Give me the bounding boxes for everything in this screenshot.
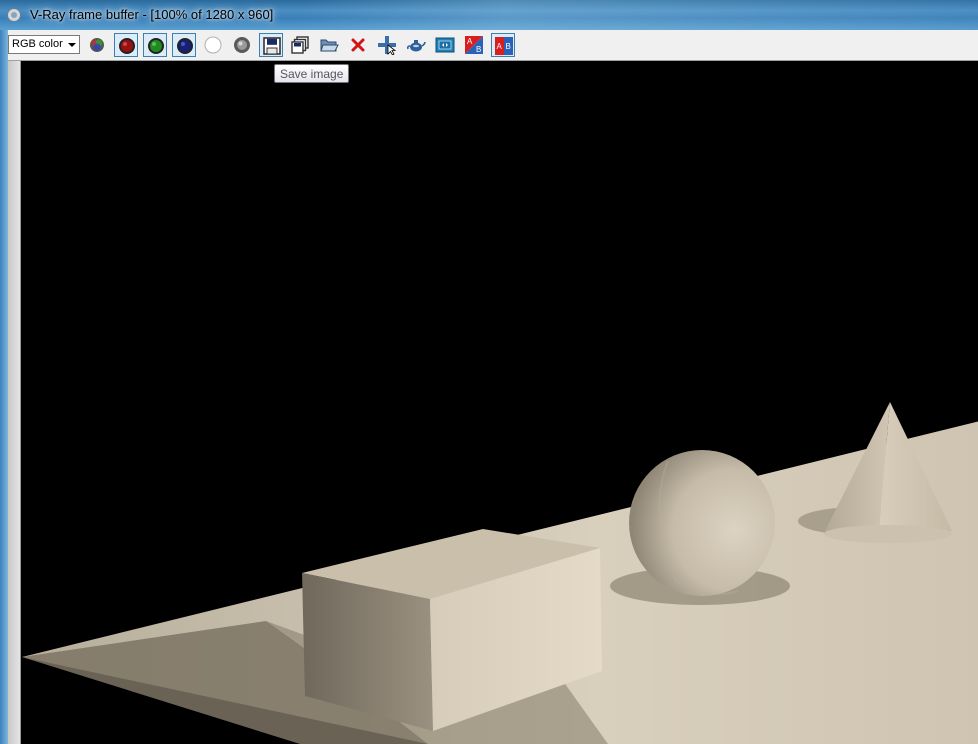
clear-image-icon [351, 38, 365, 52]
ab-compare-vertical-button[interactable]: A B [491, 33, 515, 57]
load-image-icon [320, 39, 339, 52]
alpha-channel-button[interactable] [201, 33, 225, 57]
toolbar: RGB color A B A B [8, 30, 978, 61]
render-last-button[interactable] [404, 33, 428, 57]
green-channel-icon [148, 38, 164, 54]
blue-channel-icon [177, 38, 193, 54]
rgb-channels-icon [90, 38, 104, 52]
window-title: V-Ray frame buffer - [100% of 1280 x 960… [30, 7, 274, 22]
title-bar: V-Ray frame buffer - [100% of 1280 x 960… [0, 0, 978, 30]
dropdown-arrow-icon [68, 43, 76, 47]
save-image-button[interactable] [259, 33, 283, 57]
red-channel-icon [119, 38, 135, 54]
app-icon[interactable] [6, 7, 22, 23]
film-strip-icon [435, 37, 455, 53]
window-frame-left [0, 30, 8, 744]
load-image-button[interactable] [317, 33, 341, 57]
rendered-scene [22, 402, 978, 744]
green-channel-button[interactable] [143, 33, 167, 57]
blue-channel-button[interactable] [172, 33, 196, 57]
alpha-channel-icon [204, 36, 222, 54]
red-channel-button[interactable] [114, 33, 138, 57]
monochrome-button[interactable] [230, 33, 254, 57]
clear-image-button[interactable] [346, 33, 370, 57]
ab-compare-horizontal-icon: A B [465, 36, 483, 54]
save-image-icon [263, 37, 281, 55]
ab-compare-vertical-icon: A B [495, 37, 513, 55]
render-viewport[interactable] [8, 61, 978, 744]
svg-text:A: A [497, 42, 503, 51]
save-image-tooltip: Save image [274, 64, 350, 83]
rgb-channels-button[interactable] [85, 33, 109, 57]
channel-select-value: RGB color [12, 38, 63, 50]
svg-text:B: B [476, 45, 481, 54]
vertical-scrollbar[interactable] [8, 61, 21, 744]
svg-text:B: B [506, 42, 511, 51]
svg-text:A: A [467, 37, 473, 46]
save-all-button[interactable] [288, 33, 312, 57]
track-mouse-icon [378, 36, 397, 55]
track-mouse-button[interactable] [375, 33, 399, 57]
title-bar-glass [300, 0, 978, 30]
monochrome-icon [234, 37, 250, 53]
film-strip-button[interactable] [433, 33, 457, 57]
render-last-icon [406, 40, 426, 52]
channel-select[interactable]: RGB color [8, 35, 80, 54]
ab-compare-horizontal-button[interactable]: A B [462, 33, 486, 57]
save-all-icon [291, 36, 309, 54]
